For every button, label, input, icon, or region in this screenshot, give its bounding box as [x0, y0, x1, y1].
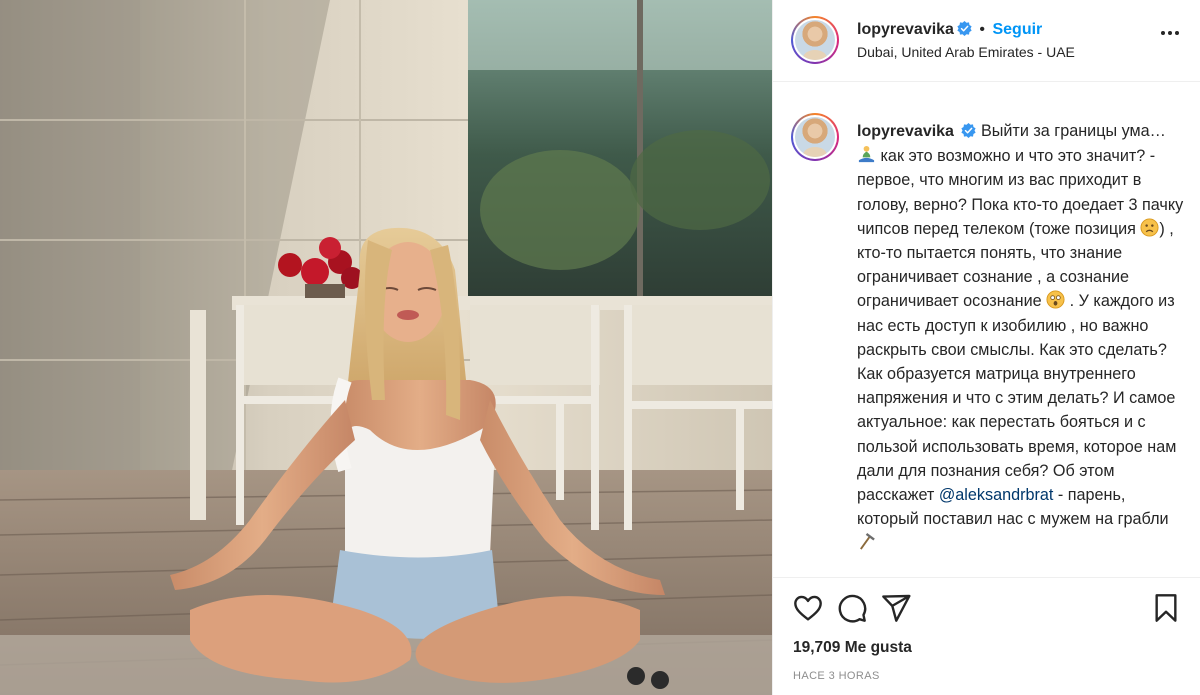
- post-photo[interactable]: [0, 0, 772, 695]
- avatar[interactable]: [791, 16, 839, 64]
- verified-badge-icon: [961, 123, 976, 138]
- likes-label: Me gusta: [844, 639, 912, 656]
- post-location[interactable]: Dubai, United Arab Emirates - UAE: [857, 44, 1075, 60]
- caption-area[interactable]: lopyrevavika Выйти за границы ума… как эт…: [773, 83, 1200, 577]
- post-timestamp[interactable]: HACE 3 HORAS: [793, 670, 880, 682]
- post-side-panel: lopyrevavika • Seguir Dubai, United Arab…: [772, 0, 1200, 695]
- paper-plane-icon[interactable]: [880, 592, 912, 624]
- verified-badge-icon: [957, 21, 972, 36]
- comment-icon[interactable]: [836, 592, 868, 624]
- follow-button[interactable]: Seguir: [992, 21, 1042, 38]
- likes-number: 19,709: [793, 639, 841, 656]
- more-options-icon[interactable]: [1161, 31, 1179, 35]
- header-username[interactable]: lopyrevavika: [857, 21, 954, 38]
- caption-avatar[interactable]: [791, 113, 839, 161]
- meditation-photo-illustration: [0, 0, 772, 695]
- post-header: lopyrevavika • Seguir Dubai, United Arab…: [773, 0, 1200, 82]
- sad-face-emoji-icon: [1140, 218, 1159, 237]
- instagram-post: lopyrevavika • Seguir Dubai, United Arab…: [0, 0, 1200, 695]
- mention-link[interactable]: @aleksandrbrat: [939, 486, 1054, 504]
- caption-text-2: как это возможно и что это значит? - пер…: [857, 147, 1184, 238]
- rake-emoji-icon: [860, 533, 875, 551]
- bookmark-icon[interactable]: [1150, 592, 1182, 624]
- separator-dot: •: [979, 21, 986, 38]
- astonished-face-emoji-icon: [1046, 290, 1065, 309]
- caption-text-1: Выйти за границы ума…: [980, 122, 1166, 140]
- meditation-emoji-icon: [858, 146, 875, 163]
- likes-count[interactable]: 19,709 Me gusta: [793, 639, 912, 657]
- heart-icon[interactable]: [792, 592, 824, 624]
- post-caption: lopyrevavika Выйти за границы ума… как эт…: [857, 119, 1187, 556]
- post-actions: 19,709 Me gusta HACE 3 HORAS: [773, 577, 1200, 695]
- caption-text-4: . У каждого из нас есть доступ к изобили…: [857, 292, 1177, 505]
- caption-username[interactable]: lopyrevavika: [857, 123, 954, 140]
